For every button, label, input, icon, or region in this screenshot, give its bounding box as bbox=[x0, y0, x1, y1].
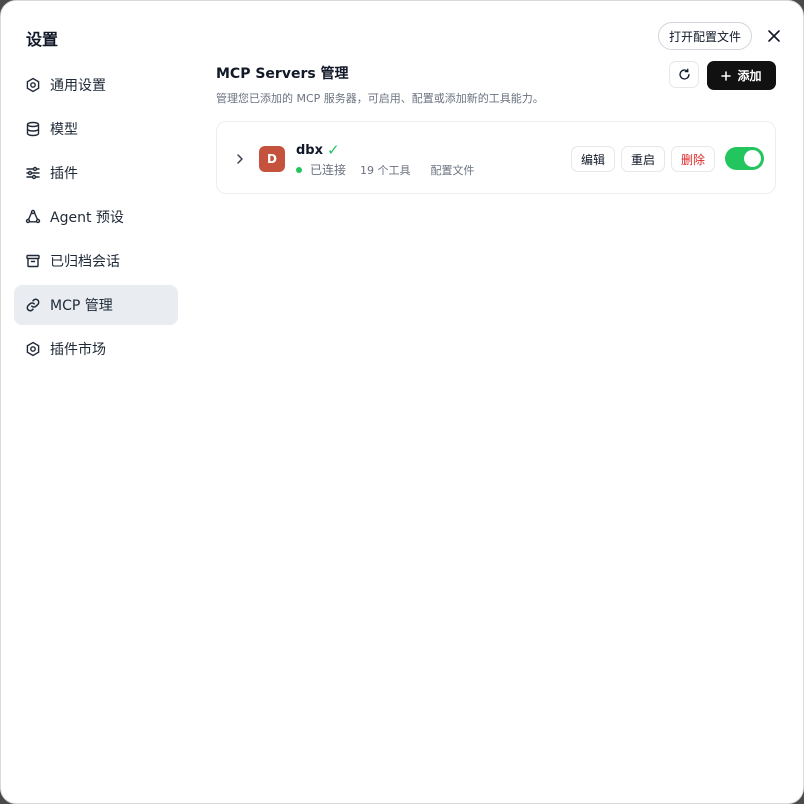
sidebar-item-label: 通用设置 bbox=[50, 78, 106, 94]
sidebar-item-label: MCP 管理 bbox=[50, 298, 113, 314]
refresh-icon bbox=[678, 68, 690, 80]
server-tool-count: 19 个工具 bbox=[360, 163, 411, 177]
status-dot-icon bbox=[296, 166, 302, 173]
edit-button[interactable]: 编辑 bbox=[571, 146, 615, 172]
gear-icon bbox=[25, 341, 41, 357]
page-description: 管理您已添加的 MCP 服务器，可启用、配置或添加新的工具能力。 bbox=[216, 92, 544, 105]
sidebar-item-mcp[interactable]: MCP 管理 bbox=[14, 285, 178, 325]
close-button[interactable] bbox=[763, 25, 785, 47]
server-avatar: D bbox=[259, 146, 285, 172]
server-config-link[interactable]: 配置文件 bbox=[431, 162, 475, 178]
expand-toggle[interactable] bbox=[234, 151, 246, 165]
server-card: D dbx ✓ 已连接 19 个工具 配置文件 编辑 重启 删除 bbox=[216, 121, 776, 194]
agent-icon bbox=[25, 209, 41, 225]
database-icon bbox=[25, 121, 41, 137]
sidebar-item-label: 已归档会话 bbox=[50, 254, 120, 270]
sidebar-item-label: 插件 bbox=[50, 166, 78, 182]
add-button-label: 添加 bbox=[737, 69, 762, 83]
server-status: 已连接 bbox=[310, 163, 347, 177]
check-icon: ✓ bbox=[327, 141, 340, 159]
server-name: dbx bbox=[296, 142, 323, 158]
sidebar-item-plugins[interactable]: 插件 bbox=[14, 153, 178, 193]
settings-dialog: 设置 通用设置 模型 插件 Agent 预设 已归档会话 MCP 管理 插件市场… bbox=[0, 0, 804, 804]
sidebar: 通用设置 模型 插件 Agent 预设 已归档会话 MCP 管理 插件市场 bbox=[14, 65, 178, 373]
sliders-icon bbox=[25, 165, 41, 181]
sidebar-item-general[interactable]: 通用设置 bbox=[14, 65, 178, 105]
sidebar-item-archived[interactable]: 已归档会话 bbox=[14, 241, 178, 281]
sidebar-item-label: 插件市场 bbox=[50, 342, 106, 358]
add-server-button[interactable]: 添加 bbox=[707, 61, 776, 90]
page-title: MCP Servers 管理 bbox=[216, 66, 349, 82]
server-name-row: dbx ✓ bbox=[296, 141, 340, 159]
sidebar-item-label: 模型 bbox=[50, 122, 78, 138]
refresh-button[interactable] bbox=[669, 61, 699, 88]
archive-icon bbox=[25, 253, 41, 269]
sidebar-item-label: Agent 预设 bbox=[50, 210, 124, 226]
server-enable-toggle[interactable] bbox=[725, 147, 764, 170]
sidebar-item-agent-presets[interactable]: Agent 预设 bbox=[14, 197, 178, 237]
delete-button[interactable]: 删除 bbox=[671, 146, 715, 172]
link-icon bbox=[25, 297, 41, 313]
sidebar-item-plugin-market[interactable]: 插件市场 bbox=[14, 329, 178, 369]
open-config-file-button[interactable]: 打开配置文件 bbox=[658, 22, 752, 50]
restart-button[interactable]: 重启 bbox=[621, 146, 665, 172]
chevron-right-icon bbox=[237, 154, 243, 164]
close-icon bbox=[768, 30, 780, 42]
sidebar-item-models[interactable]: 模型 bbox=[14, 109, 178, 149]
plus-icon bbox=[721, 70, 732, 81]
dialog-title: 设置 bbox=[26, 30, 59, 49]
server-meta: 已连接 19 个工具 配置文件 bbox=[296, 161, 475, 178]
toggle-knob bbox=[744, 150, 761, 167]
gear-icon bbox=[25, 77, 41, 93]
